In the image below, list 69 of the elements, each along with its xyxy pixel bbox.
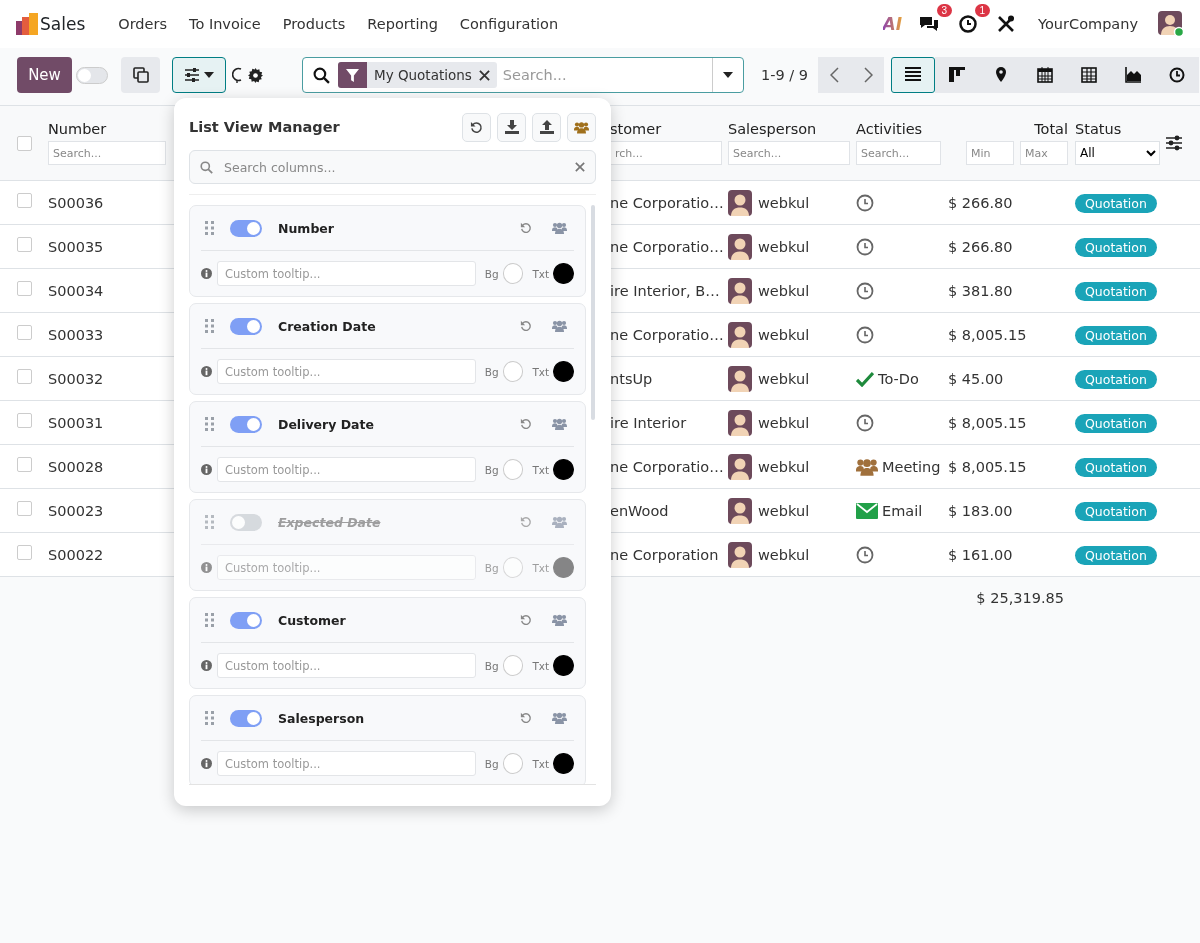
table-cell-text: ne Corporation <box>609 546 720 563</box>
color-label: Bg <box>484 365 499 378</box>
status-badge: Quotation <box>1075 545 1157 565</box>
activity-count-badge: 1 <box>974 4 991 17</box>
column-name: Expected Date <box>278 514 381 530</box>
status-badge: Quotation <box>1075 457 1157 477</box>
table-cell-text: $ 266.80 <box>948 194 1014 211</box>
column-name: Salesperson <box>278 710 365 726</box>
salesperson-name: webkul <box>758 370 810 387</box>
message-count-badge: 3 <box>936 4 953 17</box>
status-badge: Quotation <box>1075 369 1157 389</box>
table-cell-text: S00032 <box>48 370 105 387</box>
status-badge: Quotation <box>1075 413 1157 433</box>
status-badge: Quotation <box>1075 193 1157 213</box>
color-label: Bg <box>484 659 499 672</box>
color-label: Txt <box>532 365 550 378</box>
status-badge: Quotation <box>1075 325 1157 345</box>
panel-title: List View Manager <box>189 119 340 135</box>
table-cell-text: $ 45.00 <box>948 370 1005 387</box>
table-cell-text: S00022 <box>48 546 105 563</box>
table-cell-text: ne Corporatio… <box>609 238 725 255</box>
salesperson-name: webkul <box>758 546 810 563</box>
salesperson-name: webkul <box>758 414 810 431</box>
table-cell-text: ire Interior <box>609 414 688 431</box>
color-label: Bg <box>484 267 499 280</box>
color-label: Txt <box>532 463 550 476</box>
table-cell-text: S00034 <box>48 282 105 299</box>
table-cell-text: ntsUp <box>609 370 654 387</box>
salesperson-name: webkul <box>758 458 810 475</box>
color-label: Txt <box>532 659 550 672</box>
column-name: Delivery Date <box>278 416 374 432</box>
table-cell-text: ne Corporatio… <box>609 194 725 211</box>
table-cell-text: $ 161.00 <box>948 546 1014 563</box>
color-label: Bg <box>484 757 499 770</box>
color-label: Txt <box>532 267 550 280</box>
table-cell-text: ire Interior, B… <box>609 282 721 299</box>
salesperson-name: webkul <box>758 326 810 343</box>
salesperson-name: webkul <box>758 282 810 299</box>
table-cell-text: $ 8,005.15 <box>948 326 1028 343</box>
table-cell-text: S00031 <box>48 414 105 431</box>
table-cell-text: S00036 <box>48 194 105 211</box>
table-cell-text: enWood <box>609 502 670 519</box>
salesperson-name: webkul <box>758 502 810 519</box>
table-cell-text: S00035 <box>48 238 105 255</box>
column-name: Customer <box>278 612 346 628</box>
color-label: Bg <box>484 463 499 476</box>
table-cell-text: S00023 <box>48 502 105 519</box>
grand-total: $ 25,319.85 <box>975 590 1065 606</box>
color-label: Txt <box>532 757 550 770</box>
facet-label: My Quotations <box>373 67 473 83</box>
color-label: Bg <box>484 561 499 574</box>
column-name: Number <box>278 220 334 236</box>
table-cell-text: ne Corporatio… <box>609 458 725 475</box>
salesperson-name: webkul <box>758 194 810 211</box>
column-name: Creation Date <box>278 318 376 334</box>
color-label: Txt <box>532 561 550 574</box>
table-cell-text: S00033 <box>48 326 105 343</box>
table-cell-text: $ 8,005.15 <box>948 458 1028 475</box>
app-name: Sales <box>40 14 86 34</box>
status-badge: Quotation <box>1075 237 1157 257</box>
table-cell-text: $ 266.80 <box>948 238 1014 255</box>
status-badge: Quotation <box>1075 281 1157 301</box>
salesperson-name: webkul <box>758 238 810 255</box>
table-cell-text: $ 8,005.15 <box>948 414 1028 431</box>
status-badge: Quotation <box>1075 501 1157 521</box>
table-cell-text: $ 381.80 <box>948 282 1014 299</box>
table-cell-text: S00028 <box>48 458 105 475</box>
table-cell-text: ne Corporatio… <box>609 326 725 343</box>
table-cell-text: $ 183.00 <box>948 502 1014 519</box>
